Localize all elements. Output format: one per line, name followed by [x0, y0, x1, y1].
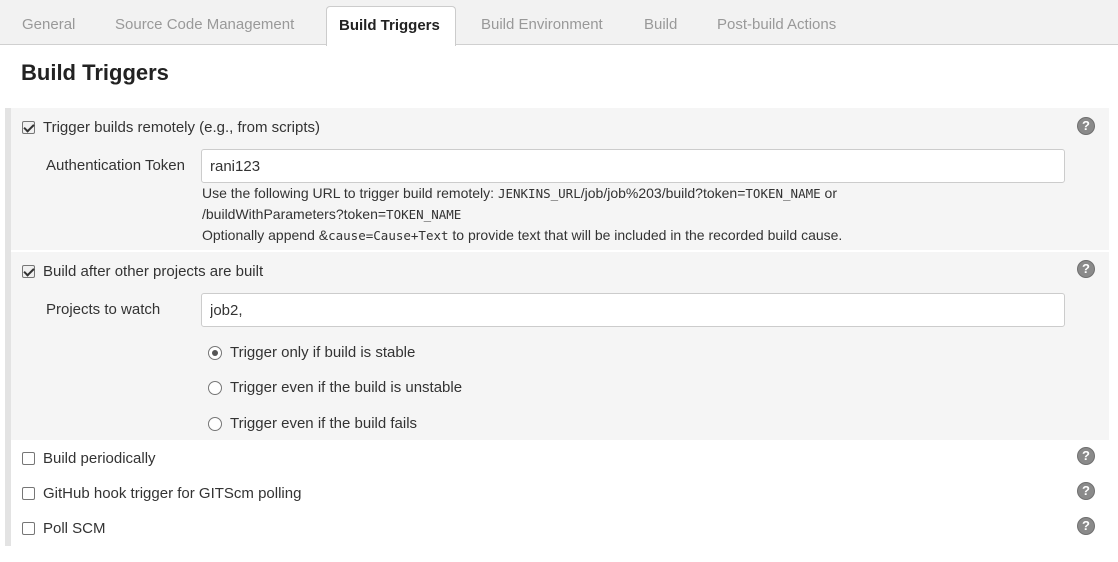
tab-general[interactable]: General — [22, 0, 75, 45]
trigger-remote-help-line-1: Use the following URL to trigger build r… — [202, 183, 837, 204]
help-circle-icon[interactable]: ? — [1077, 517, 1095, 535]
help-text: or — [820, 185, 837, 201]
github-hook-checkbox[interactable] — [22, 487, 35, 500]
help-text: /job/job%203/build?token= — [580, 185, 746, 201]
help-text: Optionally append — [202, 227, 319, 243]
help-code: TOKEN_NAME — [386, 207, 462, 222]
auth-token-input[interactable] — [201, 149, 1065, 183]
build-after-other-row: Build after other projects are built — [22, 263, 263, 280]
help-circle-icon[interactable]: ? — [1077, 447, 1095, 465]
radio-button[interactable] — [208, 416, 222, 431]
build-after-other-label: Build after other projects are built — [43, 263, 264, 280]
radio-option-unstable[interactable]: Trigger even if the build is unstable — [208, 379, 462, 396]
auth-token-label: Authentication Token — [46, 157, 185, 174]
tab-source-code-management[interactable]: Source Code Management — [115, 0, 294, 45]
help-text: /buildWithParameters?token= — [202, 206, 387, 222]
radio-button[interactable] — [208, 380, 222, 395]
radio-button[interactable] — [208, 345, 222, 360]
projects-to-watch-input[interactable] — [201, 293, 1065, 327]
radio-label: Trigger only if build is stable — [230, 344, 416, 361]
help-circle-icon[interactable]: ? — [1077, 482, 1095, 500]
poll-scm-row: Poll SCM — [22, 520, 106, 537]
trigger-remote-row: Trigger builds remotely (e.g., from scri… — [22, 119, 320, 136]
projects-to-watch-label: Projects to watch — [46, 301, 161, 318]
radio-option-stable[interactable]: Trigger only if build is stable — [208, 344, 415, 361]
trigger-remote-label: Trigger builds remotely (e.g., from scri… — [43, 119, 321, 136]
poll-scm-checkbox[interactable] — [22, 522, 35, 535]
poll-scm-label: Poll SCM — [43, 520, 106, 537]
help-text: & — [318, 227, 329, 243]
trigger-remote-help-line-2: /buildWithParameters?token=TOKEN_NAME — [202, 204, 461, 225]
help-code: TOKEN_NAME — [745, 186, 821, 201]
tab-post-build-actions[interactable]: Post-build Actions — [717, 0, 836, 45]
trigger-remote-checkbox[interactable] — [22, 121, 35, 134]
build-periodically-label: Build periodically — [43, 450, 156, 467]
tab-bar: General Source Code Management Build Tri… — [0, 0, 1118, 46]
help-circle-icon[interactable]: ? — [1077, 117, 1095, 135]
build-periodically-row: Build periodically — [22, 450, 156, 467]
radio-label: Trigger even if the build is unstable — [230, 379, 463, 396]
tab-build-triggers[interactable]: Build Triggers — [326, 6, 456, 46]
help-code: JENKINS_URL — [497, 186, 581, 201]
build-after-other-block — [11, 252, 1109, 440]
radio-option-fails[interactable]: Trigger even if the build fails — [208, 415, 417, 432]
github-hook-label: GitHub hook trigger for GITScm polling — [43, 485, 302, 502]
trigger-remote-help-line-3: Optionally append &cause=Cause+Text to p… — [202, 225, 842, 246]
build-after-other-checkbox[interactable] — [22, 265, 35, 278]
github-hook-row: GitHub hook trigger for GITScm polling — [22, 485, 301, 502]
help-code: cause=Cause+Text — [328, 228, 449, 243]
help-text: Use the following URL to trigger build r… — [202, 185, 498, 201]
help-text: to provide text that will be included in… — [448, 227, 843, 243]
radio-label: Trigger even if the build fails — [230, 415, 418, 432]
section-title: Build Triggers — [21, 60, 169, 85]
tab-build[interactable]: Build — [644, 0, 677, 45]
tab-build-environment[interactable]: Build Environment — [481, 0, 603, 45]
help-circle-icon[interactable]: ? — [1077, 260, 1095, 278]
build-periodically-checkbox[interactable] — [22, 452, 35, 465]
